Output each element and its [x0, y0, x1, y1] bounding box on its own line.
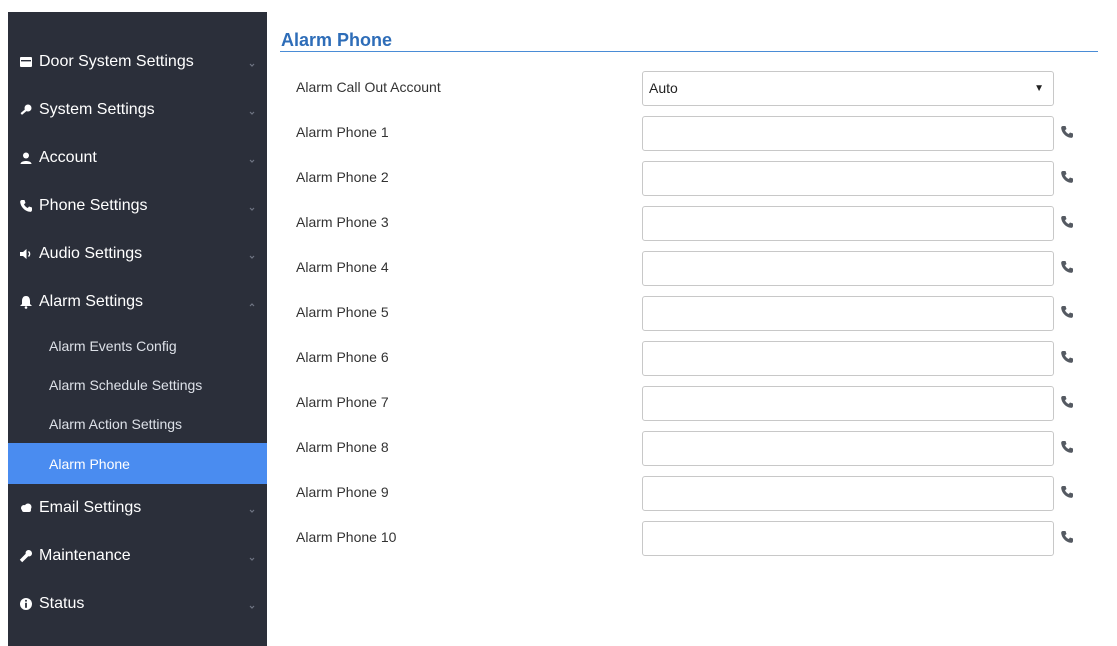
phone-icon[interactable] — [1060, 260, 1074, 274]
sidebar-item-label: Account — [39, 149, 97, 166]
sidebar-item-account[interactable]: Account — [8, 134, 267, 182]
call-out-account-value: Auto — [649, 80, 678, 96]
call-out-account-select[interactable]: Auto ▼ — [642, 71, 1054, 106]
phone-icon[interactable] — [1060, 485, 1074, 499]
sidebar-subitem-label: Alarm Schedule Settings — [49, 376, 203, 393]
form-row-alarm-phone-4: Alarm Phone 4 — [296, 251, 1096, 296]
form-row-alarm-phone-10: Alarm Phone 10 — [296, 521, 1096, 566]
sidebar-item-label: Door System Settings — [39, 53, 194, 70]
sidebar-item-label: Alarm Settings — [39, 293, 144, 310]
info-icon — [18, 596, 34, 612]
alarm-phone-label: Alarm Phone 4 — [296, 259, 389, 275]
alarm-phone-form: Alarm Call Out Account Auto ▼ Alarm Phon… — [296, 71, 1096, 566]
alarm-phone-4-input[interactable] — [642, 251, 1054, 286]
sidebar-item-label: Audio Settings — [39, 245, 143, 262]
sidebar-item-email-settings[interactable]: Email Settings — [8, 484, 267, 532]
form-row-alarm-phone-8: Alarm Phone 8 — [296, 431, 1096, 476]
alarm-phone-label: Alarm Phone 10 — [296, 529, 397, 545]
page-title: Alarm Phone — [281, 30, 393, 50]
sidebar-subitem-alarm-events-config[interactable]: Alarm Events Config — [8, 326, 267, 365]
form-row-alarm-phone-5: Alarm Phone 5 — [296, 296, 1096, 341]
sidebar-subitem-label: Alarm Phone — [49, 455, 130, 472]
sidebar-item-door-system-settings[interactable]: Door System Settings — [8, 38, 267, 86]
alarm-phone-7-input[interactable] — [642, 386, 1054, 421]
sidebar-subitem-alarm-phone[interactable]: Alarm Phone — [8, 443, 267, 484]
chevron-down-icon — [247, 599, 257, 609]
sidebar-item-label: Email Settings — [39, 499, 142, 516]
phone-icon[interactable] — [1060, 395, 1074, 409]
sidebar-item-status[interactable]: Status — [8, 580, 267, 628]
alarm-phone-3-input[interactable] — [642, 206, 1054, 241]
alarm-phone-6-input[interactable] — [642, 341, 1054, 376]
alarm-phone-label: Alarm Phone 1 — [296, 124, 389, 140]
alarm-phone-9-input[interactable] — [642, 476, 1054, 511]
cloud-icon — [18, 500, 34, 516]
phone-icon — [18, 198, 34, 214]
chevron-down-icon — [247, 105, 257, 115]
sidebar-subitem-label: Alarm Action Settings — [49, 415, 183, 432]
app-frame: Door System Settings System Settings Acc… — [0, 0, 1117, 646]
title-divider — [280, 51, 1098, 52]
alarm-phone-1-input[interactable] — [642, 116, 1054, 151]
sidebar-item-label: Phone Settings — [39, 197, 148, 214]
alarm-phone-5-input[interactable] — [642, 296, 1054, 331]
phone-icon[interactable] — [1060, 170, 1074, 184]
sidebar-subitem-alarm-schedule-settings[interactable]: Alarm Schedule Settings — [8, 365, 267, 404]
alarm-phone-label: Alarm Phone 5 — [296, 304, 389, 320]
sidebar-item-audio-settings[interactable]: Audio Settings — [8, 230, 267, 278]
chevron-down-icon — [247, 153, 257, 163]
phone-icon[interactable] — [1060, 440, 1074, 454]
sidebar-item-label: Maintenance — [39, 547, 131, 564]
sidebar-item-alarm-settings[interactable]: Alarm Settings — [8, 278, 267, 326]
chevron-down-icon — [247, 503, 257, 513]
alarm-phone-label: Alarm Phone 6 — [296, 349, 389, 365]
card-icon — [18, 54, 34, 70]
sidebar-subitem-alarm-action-settings[interactable]: Alarm Action Settings — [8, 404, 267, 443]
alarm-submenu: Alarm Events Config Alarm Schedule Setti… — [8, 326, 267, 484]
chevron-down-icon — [247, 551, 257, 561]
alarm-phone-label: Alarm Phone 3 — [296, 214, 389, 230]
chevron-down-icon — [247, 57, 257, 67]
alarm-phone-8-input[interactable] — [642, 431, 1054, 466]
alarm-phone-label: Alarm Phone 9 — [296, 484, 389, 500]
sidebar-item-label: Status — [39, 595, 85, 612]
phone-icon[interactable] — [1060, 530, 1074, 544]
form-row-alarm-phone-9: Alarm Phone 9 — [296, 476, 1096, 521]
alarm-phone-10-input[interactable] — [642, 521, 1054, 556]
dropdown-arrow-icon: ▼ — [1034, 83, 1044, 94]
phone-icon[interactable] — [1060, 305, 1074, 319]
call-out-account-label: Alarm Call Out Account — [296, 79, 441, 95]
sidebar-item-label: System Settings — [39, 101, 155, 118]
sidebar-item-phone-settings[interactable]: Phone Settings — [8, 182, 267, 230]
speaker-icon — [18, 246, 34, 262]
sidebar: Door System Settings System Settings Acc… — [8, 12, 267, 646]
alarm-phone-2-input[interactable] — [642, 161, 1054, 196]
form-row-alarm-phone-3: Alarm Phone 3 — [296, 206, 1096, 251]
wrench-icon — [18, 548, 34, 564]
phone-icon[interactable] — [1060, 350, 1074, 364]
form-row-alarm-phone-1: Alarm Phone 1 — [296, 116, 1096, 161]
alarm-phone-label: Alarm Phone 2 — [296, 169, 389, 185]
form-row-alarm-phone-7: Alarm Phone 7 — [296, 386, 1096, 431]
key-icon — [18, 102, 34, 118]
phone-icon[interactable] — [1060, 215, 1074, 229]
sidebar-menu: Door System Settings System Settings Acc… — [8, 38, 267, 628]
chevron-down-icon — [247, 201, 257, 211]
alarm-phone-label: Alarm Phone 8 — [296, 439, 389, 455]
phone-icon[interactable] — [1060, 125, 1074, 139]
chevron-up-icon — [247, 297, 257, 307]
form-row-call-out-account: Alarm Call Out Account Auto ▼ — [296, 71, 1096, 116]
form-row-alarm-phone-6: Alarm Phone 6 — [296, 341, 1096, 386]
form-row-alarm-phone-2: Alarm Phone 2 — [296, 161, 1096, 206]
bell-icon — [18, 294, 34, 310]
sidebar-item-maintenance[interactable]: Maintenance — [8, 532, 267, 580]
sidebar-subitem-label: Alarm Events Config — [49, 337, 177, 354]
user-icon — [18, 150, 34, 166]
chevron-down-icon — [247, 249, 257, 259]
main-content: Alarm Phone Alarm Call Out Account Auto … — [280, 28, 1117, 556]
alarm-phone-label: Alarm Phone 7 — [296, 394, 389, 410]
sidebar-item-system-settings[interactable]: System Settings — [8, 86, 267, 134]
